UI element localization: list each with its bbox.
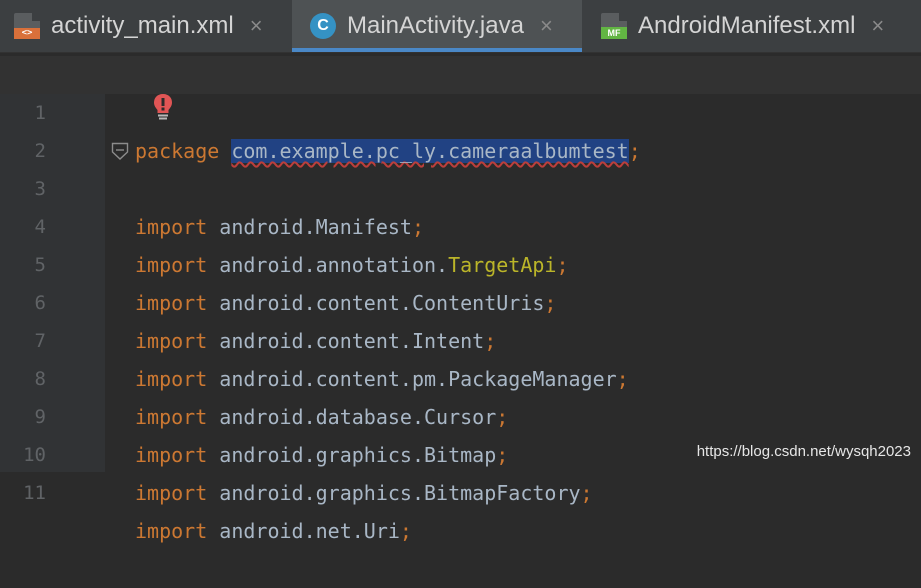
close-icon[interactable]: × [871,13,884,39]
code-line[interactable]: 5 import android.content.ContentUris; [0,208,921,315]
class-name: Uri [363,519,400,543]
tab-label: AndroidManifest.xml [638,12,856,39]
manifest-file-icon: MF [601,13,627,39]
code-line[interactable]: 4 import android.annotation.TargetApi; [0,170,921,277]
keyword: import [135,519,208,543]
code-line[interactable]: 7 import android.content.pm.PackageManag… [0,284,921,391]
code-text: import android.net.Uri; [135,512,412,550]
xml-file-icon: <> [14,13,40,39]
tab-label: activity_main.xml [51,12,234,39]
package-path: android.graphics. [219,481,424,505]
class-name: BitmapFactory [424,481,581,505]
code-line[interactable]: 10 import android.graphics.BitmapFactory… [0,398,921,505]
semicolon: ; [399,519,412,543]
close-icon[interactable]: × [540,13,553,39]
keyword: import [135,481,208,505]
watermark: https://blog.csdn.net/wysqh2023 [696,443,911,460]
tab-activity-main-xml[interactable]: <> activity_main.xml × [0,0,292,52]
code-line[interactable]: 2 [0,94,921,162]
tab-android-manifest-xml[interactable]: MF AndroidManifest.xml × [582,0,921,52]
editor-tab-bar: <> activity_main.xml × C MainActivity.ja… [0,0,921,53]
code-line[interactable]: 1 package com.example.pc_ly.cameraalbumt… [0,56,921,163]
tab-main-activity-java[interactable]: C MainActivity.java × [292,0,582,52]
java-class-icon: C [310,13,336,39]
fold-icon[interactable] [111,142,129,162]
code-line[interactable]: 6 import android.content.Intent; [0,246,921,353]
tab-label: MainActivity.java [347,12,524,39]
line-number: 11 [23,482,46,504]
code-line[interactable]: 3 import android.Manifest; [0,132,921,239]
package-path: android.net. [219,519,364,543]
close-icon[interactable]: × [250,13,263,39]
error-bulb-icon[interactable] [152,93,174,121]
code-text: import android.graphics.BitmapFactory; [135,474,593,512]
code-line[interactable]: 8 import android.database.Cursor; [0,322,921,429]
code-line[interactable]: 9 import android.graphics.Bitmap; [0,360,921,467]
semicolon: ; [580,481,593,505]
